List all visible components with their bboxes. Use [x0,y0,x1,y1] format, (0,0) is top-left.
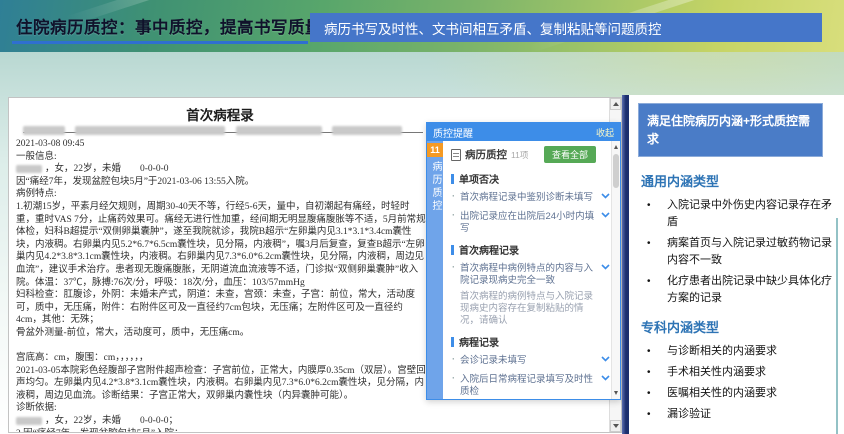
doc-line: 诊断依据: [16,403,57,414]
redacted-text [16,416,42,425]
qc-section-title: 病程记录 [451,334,620,349]
qc-side-tab[interactable]: 11 病历质控 [427,141,443,399]
triangle-down-icon [612,424,619,428]
qc-section-title: 单项否决 [451,171,620,186]
title-underline [12,41,308,44]
summary-section-heading: 专科内涵类型 [641,320,720,335]
list-item: 漏诊验证 [635,406,835,427]
qc-list-header: 病历质控 11项 查看全部 [443,141,620,167]
doc-line-text: ，女，22岁，未婚 0-0-0-0 [45,164,169,175]
chevron-down-icon[interactable] [601,264,610,270]
qc-item[interactable]: 首次病程记录中鉴别诊断未填写 [443,189,620,207]
doc-line-text: ，女，22岁，未婚 0-0-0-0； [45,416,178,427]
collapse-button[interactable]: 收起 [596,126,614,139]
document-icon [451,148,461,161]
qc-item[interactable]: 首次病程中病例特点的内容与入院记录现病史完全一致 [443,260,620,290]
scroll-up-button[interactable] [610,98,621,110]
triangle-up-icon [614,145,618,149]
list-item: 病案首页与入院记录过敏药物记录内容不一致 [635,235,835,273]
qc-list-title: 病历质控 [465,149,507,161]
scroll-up-button[interactable] [612,142,620,152]
qc-item-text: 会诊记录未填写 [460,355,527,366]
vertical-divider [622,95,629,434]
doc-line: 因“痛经7年，发现盆腔包块5月”于2021-03-06 13:55入院。 [16,176,255,187]
doc-line: 一般信息: [16,151,57,162]
doc-line: 2.因“痛经7年，发现盆腔包块5月”入院； [16,428,428,432]
count-badge: 11 [427,143,443,157]
summary-panel-content: 通用内涵类型 入院记录中外伤史内容记录存在矛盾 病案首页与入院记录过敏药物记录内… [635,165,835,427]
qc-item-text: 首次病程中病例特点的内容与入院记录现病史完全一致 [460,263,594,286]
doc-line: 妇科检查：肛腹诊，外阴：未婚未产式，阴道：未查，宫颈：未查，子宫：前位，常大，活… [16,290,416,326]
redacted-text [332,125,403,135]
qc-item-count: 11项 [511,149,529,160]
doc-line: 宫底高：cm，腹围：cm，，，，，， [16,353,149,364]
qc-item-detail: 首次病程的病例特点与入院记录现病史内容存在复制粘贴的情况，请确认 [460,291,594,326]
summary-list: 与诊断相关的内涵要求 手术相关性内涵要求 医嘱相关性的内涵要求 漏诊验证 [635,343,835,427]
qc-reminder-panel: 质控提醒 收起 11 病历质控 病历质控 11项 查看全部 单项否决 · 首次病… [426,122,621,400]
view-all-button[interactable]: 查看全部 [543,146,596,163]
qc-panel-body: 11 病历质控 病历质控 11项 查看全部 单项否决 首次病程记录中鉴别诊断未填… [427,141,620,399]
redacted-text [75,125,226,135]
qc-scrollbar[interactable] [611,141,620,399]
page-title: 住院病历质控：事中质控，提高书写质量 [16,19,322,37]
doc-line: 骨盆外测量-前位，常大，活动度可，质中，无压痛cm。 [16,327,250,338]
redacted-text [235,125,322,135]
subtitle-banner: 病历书写及时性、文书间相互矛盾、复制粘贴等问题质控 [310,13,822,42]
redacted-text [16,165,42,173]
redacted-header-line [23,121,423,135]
doc-line: ，女，22岁，未婚 0-0-0-0； [16,415,428,428]
slide: 住院病历质控：事中质控，提高书写质量 病历书写及时性、文书间相互矛盾、复制粘贴等… [0,0,844,434]
subtitle-text: 病历书写及时性、文书间相互矛盾、复制粘贴等问题质控 [324,21,662,37]
qc-item[interactable]: 会诊记录未填写 [443,352,620,370]
section-bar [451,244,454,255]
chevron-down-icon[interactable] [601,212,610,218]
doc-line: 2021-03-05本院彩色经腹部子宫附件超声检查：子宫前位，正常大，内膜厚0.… [16,365,426,401]
list-item: 手术相关性内涵要求 [635,364,835,385]
qc-item[interactable]: 出院记录应在出院后24小时内填写 [443,208,620,238]
qc-tab-label: 病历质控 [430,161,441,213]
triangle-up-icon [612,102,619,106]
summary-panel: 满足住院病历内涵+形式质控需求 通用内涵类型 入院记录中外伤史内容记录存在矛盾 … [629,95,844,434]
scrollbar-thumb[interactable] [613,154,619,188]
teal-accent-line [836,218,838,434]
qc-item[interactable]: 入院后日常病程记录填写及时性质检 [443,371,620,399]
qc-item-text: 出院记录应在出院后24小时内填写 [460,211,595,234]
list-item: 医嘱相关性的内涵要求 [635,385,835,406]
qc-section-title-text: 病程记录 [459,338,499,349]
document-body: 2021-03-08 09:45 一般信息: ，女，22岁，未婚 0-0-0-0… [16,138,428,432]
summary-section-heading: 通用内涵类型 [641,174,720,189]
qc-panel-title: 质控提醒 [433,128,473,140]
doc-line: 2021-03-08 09:45 [16,139,85,149]
summary-list: 入院记录中外伤史内容记录存在矛盾 病案首页与入院记录过敏药物记录内容不一致 化疗… [635,197,835,311]
list-item: 化疗患者出院记录中缺少具体化疗方案的记录 [635,273,835,311]
scroll-down-button[interactable] [610,420,621,432]
qc-content: 病历质控 11项 查看全部 单项否决 首次病程记录中鉴别诊断未填写 出院记录应在… [443,141,620,399]
qc-item-text: 入院后日常病程记录填写及时性质检 [460,374,594,397]
triangle-down-icon [614,391,618,395]
list-item: 入院记录中外伤史内容记录存在矛盾 [635,197,835,235]
qc-section-title: 首次病程记录 [451,242,620,257]
section-bar [451,336,454,347]
section-bar [451,173,454,184]
chevron-down-icon[interactable] [601,356,610,362]
qc-panel-header: 质控提醒 收起 [427,123,620,141]
doc-line [16,340,428,353]
doc-line: 病例特点: [16,189,57,200]
summary-panel-title: 满足住院病历内涵+形式质控需求 [647,114,811,146]
doc-line: ，女，22岁，未婚 0-0-0-0 [16,163,428,176]
summary-panel-header: 满足住院病历内涵+形式质控需求 [638,103,823,157]
scroll-down-button[interactable] [612,388,620,398]
doc-line: 1.初潮15岁，平素月经欠规则，周期30-40天不等，行经5-6天，量中，自初潮… [16,201,426,288]
qc-section-title-text: 首次病程记录 [459,246,519,257]
list-item: 与诊断相关的内涵要求 [635,343,835,364]
chevron-down-icon[interactable] [601,375,610,381]
qc-item-text: 首次病程记录中鉴别诊断未填写 [460,192,594,203]
qc-section-title-text: 单项否决 [459,175,499,186]
chevron-down-icon[interactable] [601,193,610,199]
redacted-text [23,125,65,135]
